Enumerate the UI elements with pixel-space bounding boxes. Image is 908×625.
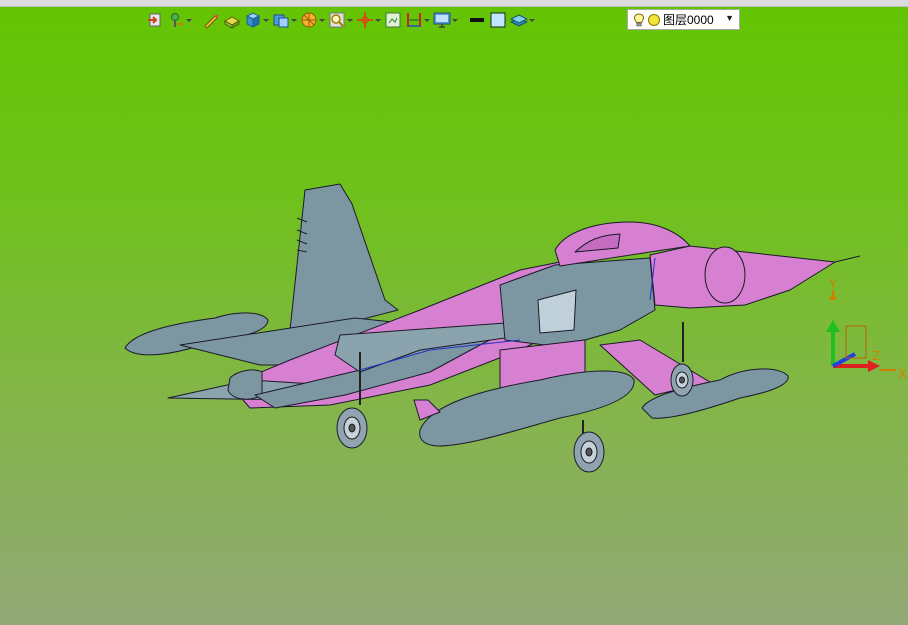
- frame-button[interactable]: [384, 9, 402, 31]
- box-view-button[interactable]: [272, 9, 297, 31]
- layers-button[interactable]: [510, 9, 535, 31]
- measure-dropdown[interactable]: [423, 9, 430, 31]
- fuselage-side-panel: [254, 319, 531, 409]
- render-sphere-icon: [301, 12, 317, 28]
- pin-icon: [171, 13, 183, 27]
- color-swatch-icon: [490, 12, 506, 28]
- solid-cube-dropdown[interactable]: [262, 9, 269, 31]
- axis-triad: Y Z X: [826, 276, 907, 381]
- render-sphere-dropdown[interactable]: [318, 9, 325, 31]
- move-cursor-button[interactable]: [356, 9, 381, 31]
- nose-cone: [649, 245, 836, 309]
- axis-z-label: Z: [872, 348, 880, 363]
- display-monitor-button[interactable]: [433, 9, 458, 31]
- line-style-button[interactable]: [468, 9, 486, 31]
- box-view-dropdown[interactable]: [290, 9, 297, 31]
- right-main-wheel: [573, 431, 605, 473]
- bulb-icon[interactable]: [633, 12, 645, 27]
- canopy: [554, 221, 691, 267]
- block-stack-button[interactable]: [223, 9, 241, 31]
- chevron-down-icon[interactable]: ▼: [725, 13, 734, 23]
- zoom-dropdown[interactable]: [346, 9, 353, 31]
- left-tip-tank: [124, 312, 269, 356]
- right-tip-tank: [641, 368, 789, 419]
- drop-tank: [419, 370, 635, 447]
- left-main-wheel: [336, 407, 368, 449]
- layers-dropdown[interactable]: [528, 9, 535, 31]
- rear-fuselage: [229, 261, 601, 409]
- move-cursor-dropdown[interactable]: [374, 9, 381, 31]
- nose-wheel: [670, 363, 694, 397]
- zoom-icon: [329, 12, 345, 28]
- box-view-icon: [273, 14, 289, 28]
- belly: [499, 339, 586, 391]
- pencil-icon: [204, 14, 219, 29]
- pin-button[interactable]: [167, 9, 192, 31]
- solid-cube-icon: [245, 12, 261, 28]
- left-wing: [179, 317, 421, 366]
- layers-icon: [510, 14, 528, 27]
- color-swatch-button[interactable]: [489, 9, 507, 31]
- fighter-jet-model: [124, 183, 861, 473]
- display-monitor-dropdown[interactable]: [451, 9, 458, 31]
- pencil-button[interactable]: [202, 9, 220, 31]
- render-sphere-button[interactable]: [300, 9, 325, 31]
- import-icon: [148, 13, 161, 27]
- pin-dropdown[interactable]: [185, 9, 192, 31]
- axis-y-label: Y: [829, 276, 838, 291]
- window-top-strip: [0, 0, 908, 7]
- axis-x-label: X: [898, 366, 907, 381]
- tail-fin: [289, 183, 399, 331]
- solid-cube-button[interactable]: [244, 9, 269, 31]
- layer-name: 图层0000: [663, 13, 714, 27]
- line-style-icon: [470, 18, 484, 22]
- horizontal-stabilizer: [167, 379, 331, 401]
- display-monitor-icon: [433, 12, 451, 28]
- measure-button[interactable]: [405, 9, 430, 31]
- layer-freeze-icon[interactable]: [648, 13, 660, 26]
- zoom-button[interactable]: [328, 9, 353, 31]
- mid-fuselage: [499, 257, 656, 346]
- frame-icon: [385, 12, 401, 28]
- import-button[interactable]: [146, 9, 164, 31]
- move-cursor-icon: [357, 12, 373, 28]
- measure-icon: [407, 13, 421, 27]
- layer-select[interactable]: 图层0000 ▼: [627, 9, 740, 30]
- main-toolbar: [146, 8, 535, 32]
- 3d-viewport[interactable]: Y Z X: [0, 0, 908, 625]
- block-stack-icon: [223, 16, 241, 29]
